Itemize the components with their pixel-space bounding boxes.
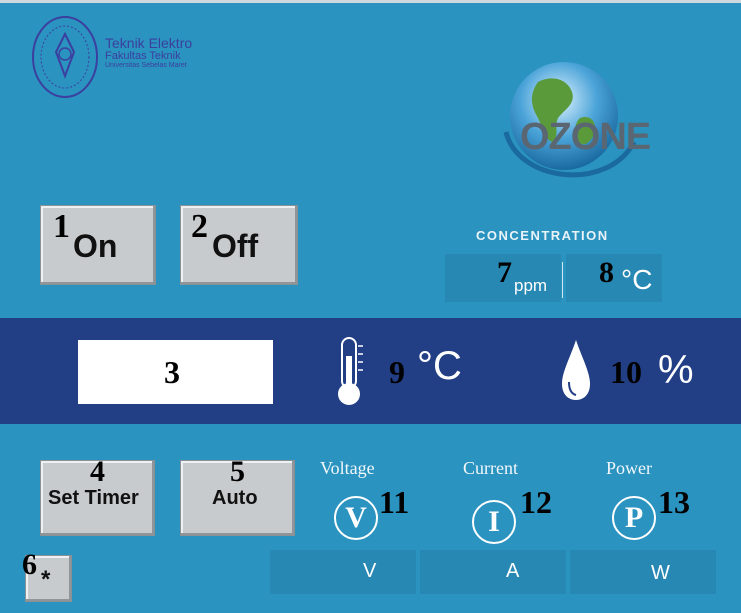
voltage-v-icon: V	[334, 496, 378, 540]
star-button-label: *	[41, 566, 51, 593]
voltage-label: Voltage	[320, 458, 375, 478]
concentration-temp-unit: °C	[621, 264, 653, 295]
temperature-unit: °C	[417, 344, 462, 388]
ppm-unit: ppm	[514, 276, 548, 295]
off-button[interactable]: 2 Off	[180, 205, 298, 285]
power-p-icon: P	[612, 496, 656, 540]
set-timer-label: Set Timer	[48, 487, 139, 509]
ppm-value-number: 7	[497, 256, 512, 289]
humidity-number: 10	[610, 354, 642, 390]
ozone-logo: OZONE	[498, 52, 651, 200]
on-button-number: 1	[53, 208, 70, 245]
status-textbox[interactable]: 3	[78, 340, 273, 404]
concentration-divider	[562, 262, 563, 298]
auto-number: 5	[230, 455, 245, 488]
concentration-temp-panel: 8 °C	[566, 254, 662, 302]
current-unit: A	[506, 560, 520, 582]
concentration-title: CONCENTRATION	[476, 228, 609, 243]
university-logo	[30, 14, 100, 100]
power-label: Power	[606, 458, 652, 478]
current-number: 12	[520, 484, 552, 520]
power-value-panel: W	[570, 550, 716, 594]
power-number: 13	[658, 484, 690, 520]
thermometer-icon	[330, 334, 370, 410]
logo-line-2: Fakultas Teknik	[105, 49, 181, 62]
auto-label: Auto	[212, 487, 258, 509]
voltage-unit: V	[363, 560, 377, 582]
set-timer-button[interactable]: 4 Set Timer	[40, 455, 155, 536]
on-button[interactable]: 1 On	[40, 205, 156, 285]
current-value-panel: A	[420, 550, 566, 594]
power-unit: W	[651, 562, 670, 584]
logo-line-1: Teknik Elektro	[105, 35, 193, 51]
voltage-number: 11	[379, 484, 410, 520]
voltage-value-panel: V	[270, 550, 416, 594]
logo-text: Teknik Elektro Fakultas Teknik Universit…	[105, 36, 192, 70]
off-button-label: Off	[212, 228, 259, 264]
humidity-unit: %	[658, 348, 694, 392]
top-border	[0, 0, 741, 3]
set-timer-number: 4	[90, 455, 105, 488]
on-button-label: On	[73, 228, 118, 264]
ozone-label: OZONE	[520, 116, 651, 158]
status-textbox-number: 3	[164, 354, 180, 390]
ppm-panel: 7 ppm	[445, 254, 561, 302]
temperature-number: 9	[389, 354, 405, 390]
humidity-drop-icon	[560, 338, 592, 404]
current-label: Current	[463, 458, 518, 478]
concentration-temp-number: 8	[599, 256, 614, 289]
logo-line-3: Universitas Sebelas Maret	[105, 62, 187, 70]
star-button-number: 6	[22, 548, 37, 581]
off-button-number: 2	[191, 208, 208, 245]
auto-button[interactable]: 5 Auto	[180, 455, 295, 536]
current-i-icon: I	[472, 500, 516, 544]
